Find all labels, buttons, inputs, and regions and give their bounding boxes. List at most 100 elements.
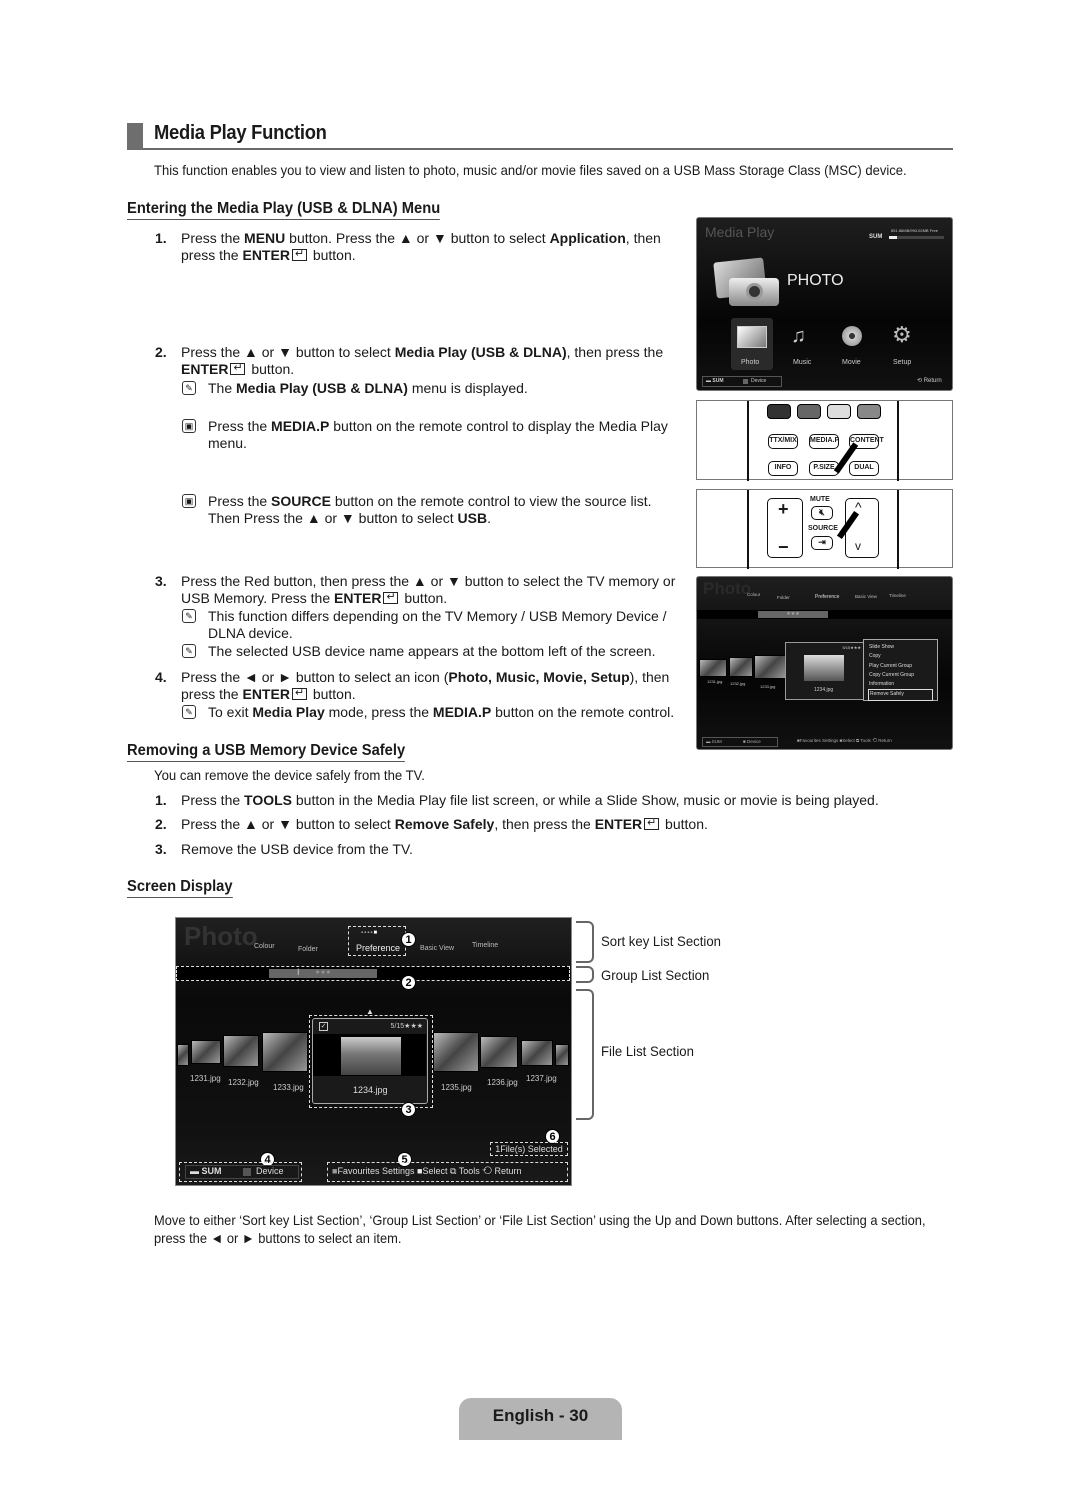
sort-key-preference[interactable]: Preference <box>356 943 400 953</box>
sort-key-folder[interactable]: Folder <box>298 946 318 953</box>
file-thumbnail[interactable] <box>262 1032 308 1072</box>
select-hint[interactable]: ■Select <box>417 1166 447 1176</box>
volume-rocker[interactable]: + − <box>767 498 803 558</box>
file-thumbnail[interactable] <box>555 1044 569 1066</box>
tools-menu-item[interactable]: Copy <box>868 652 933 661</box>
icon-label-setup: Setup <box>893 359 912 366</box>
select-hint[interactable]: ■Select <box>840 738 855 743</box>
enter-icon <box>644 815 660 832</box>
note-media-p: ▣ Press the MEDIA.P button on the remote… <box>182 418 678 452</box>
device-selector[interactable]: ▬ SUM ■ Device <box>702 737 778 747</box>
return-hint[interactable]: ⟲ Return <box>482 1166 521 1176</box>
storage-text: 851.86MB/993.02MB Free <box>891 228 938 233</box>
device-selector[interactable]: ▬ SUM Device <box>702 376 782 387</box>
tools-hint[interactable]: ⧉ Tools <box>450 1166 480 1176</box>
storage-bar-fill <box>889 236 897 239</box>
setup-icon[interactable]: ⚙ <box>892 324 912 346</box>
mute-label: MUTE <box>810 496 830 503</box>
return-icon: ⟲ <box>482 1166 492 1176</box>
selected-file-card[interactable]: 5/15★★★ 1234.jpg <box>785 642 865 700</box>
green-button[interactable] <box>797 404 821 419</box>
movie-icon[interactable] <box>842 326 862 346</box>
storage-bar <box>889 236 944 239</box>
info-button[interactable]: INFO <box>768 461 798 476</box>
sort-key-timeline[interactable]: Timeline <box>472 942 498 949</box>
removing-step-2: 2. Press the ▲ or ▼ button to select Rem… <box>155 815 901 833</box>
page-title: Media Play Function <box>154 122 327 144</box>
mute-button[interactable]: 🔇︎ <box>811 506 833 520</box>
tools-menu-item[interactable]: Remove Safely <box>868 689 933 701</box>
file-thumbnail[interactable] <box>729 657 753 677</box>
tools-menu: Slide Show Copy Play Current Group Copy Cur… <box>863 639 938 701</box>
callout-2: 2 <box>401 975 416 990</box>
blue-button[interactable] <box>857 404 881 419</box>
favourites-settings-hint[interactable]: ■Favourites Settings <box>332 1166 414 1176</box>
file-thumbnail[interactable] <box>433 1032 479 1072</box>
footer-hints: ■Favourites Settings ■Select ⧉ Tools ⟲ R… <box>797 738 892 743</box>
dual-button[interactable]: DUAL <box>849 461 879 476</box>
checkbox-icon[interactable]: ✓ <box>319 1022 328 1031</box>
tools-hint[interactable]: ⧉ Tools <box>856 738 871 743</box>
music-icon[interactable]: ♫ <box>791 325 806 348</box>
file-name: 1233.jpg <box>273 1083 304 1092</box>
group-item[interactable]: ★★★ <box>758 611 828 618</box>
device-button[interactable]: Device <box>256 1166 284 1176</box>
step-4: 4. Press the ◄ or ► button to select an … <box>155 669 681 703</box>
category-title: PHOTO <box>787 272 844 289</box>
device-name: SUM <box>869 234 883 240</box>
screen-title: Photo <box>703 579 752 598</box>
sort-key-basic-view[interactable]: Basic View <box>420 945 454 952</box>
sort-key-timeline[interactable]: Timeline <box>889 593 906 598</box>
removing-intro: You can remove the device safely from th… <box>154 767 425 783</box>
file-name: 1236.jpg <box>487 1078 518 1087</box>
file-thumbnail[interactable] <box>191 1040 221 1064</box>
file-thumbnail[interactable] <box>754 655 786 679</box>
tools-menu-screenshot: Photo Colour Folder Preference Basic Vie… <box>696 576 953 750</box>
source-button[interactable]: ⇥ <box>811 536 833 550</box>
note-icon: ✎ <box>182 609 196 623</box>
screen-display-diagram: Photo Colour Folder ▪▪▪▪■ Preference Bas… <box>175 917 572 1186</box>
media-p-button[interactable]: MEDIA.P <box>809 434 839 449</box>
remote-panel-source: + − MUTE 🔇︎ SOURCE ⇥ ^ v <box>696 489 953 569</box>
file-thumbnail[interactable] <box>177 1044 189 1066</box>
yellow-button[interactable] <box>827 404 851 419</box>
sort-key-folder[interactable]: Folder <box>777 595 790 600</box>
section-heading-removing: Removing a USB Memory Device Safely <box>127 742 406 762</box>
file-thumbnail[interactable] <box>521 1040 553 1066</box>
section-heading-entering: Entering the Media Play (USB & DLNA) Men… <box>127 200 441 220</box>
remote-note-icon: ▣ <box>182 494 196 508</box>
device-name[interactable]: ▬ SUM <box>190 1166 222 1176</box>
callout-3: 3 <box>401 1102 416 1117</box>
red-button[interactable] <box>767 404 791 419</box>
step-1: 1. Press the MENU button. Press the ▲ or… <box>155 230 681 264</box>
photo-icon[interactable] <box>737 326 767 348</box>
return-button[interactable]: ⟲ Return <box>917 377 942 384</box>
channel-rocker[interactable]: ^ v <box>845 498 879 558</box>
file-thumbnail[interactable] <box>480 1036 518 1068</box>
label-sort-key-list: Sort key List Section <box>601 933 721 949</box>
tools-menu-item[interactable]: Slide Show <box>868 643 933 652</box>
sort-key-preference[interactable]: Preference <box>815 594 839 600</box>
selected-file-card[interactable]: ✓ 5/15★★★ 1234.jpg <box>312 1018 428 1104</box>
file-thumbnail[interactable] <box>223 1035 259 1067</box>
step-number: 1. <box>155 230 167 246</box>
favourites-hint[interactable]: ■Favourites Settings <box>797 738 838 743</box>
sort-key-colour[interactable]: Colour <box>254 943 275 950</box>
screen-title: Photo <box>184 921 258 951</box>
ttx-mix-button[interactable]: TTX/MIX <box>768 434 798 449</box>
file-name: 1234.jpg <box>353 1085 388 1095</box>
tools-icon: ⧉ <box>449 1166 457 1176</box>
enter-icon <box>291 246 307 263</box>
file-name: 1233.jpg <box>760 684 776 689</box>
file-thumbnail[interactable] <box>699 659 727 677</box>
tools-menu-item[interactable]: Copy Current Group <box>868 671 933 680</box>
note-icon: ✎ <box>182 381 196 395</box>
icon-label-photo: Photo <box>741 359 760 366</box>
sort-key-basic-view[interactable]: Basic View <box>855 594 877 599</box>
note-exit: ✎ To exit Media Play mode, press the MED… <box>182 704 678 721</box>
sort-key-colour[interactable]: Colour <box>747 592 760 597</box>
return-hint[interactable]: ⟲ Return <box>872 738 892 743</box>
tools-menu-item[interactable]: Information <box>868 680 933 689</box>
group-item[interactable]: ★★★ <box>269 969 377 978</box>
tools-menu-item[interactable]: Play Current Group <box>868 662 933 671</box>
